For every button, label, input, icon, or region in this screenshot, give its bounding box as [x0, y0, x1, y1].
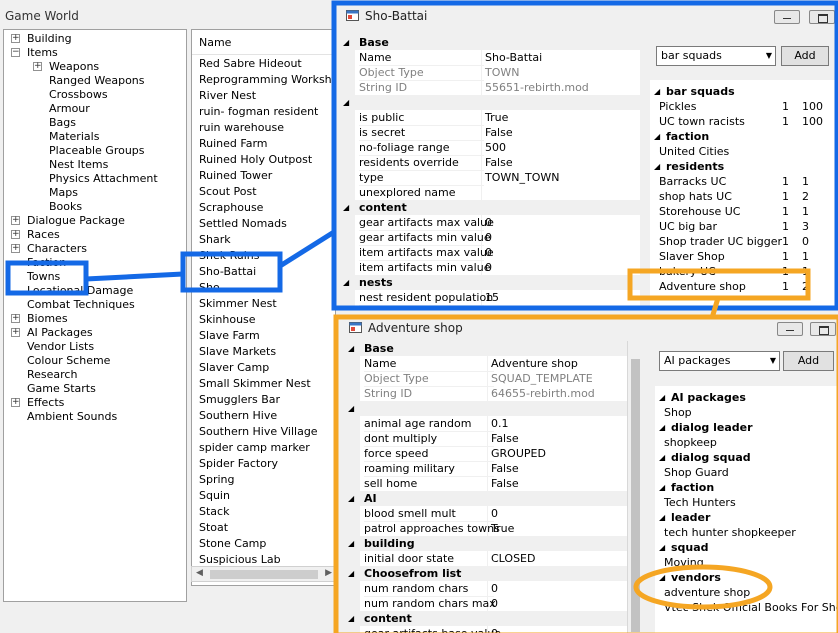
- connector-list-to-window: [278, 229, 336, 269]
- annotation-overlay: [5, 0, 838, 633]
- highlight-window-adventure-shop: [333, 314, 838, 633]
- highlight-towns: [5, 260, 89, 296]
- highlight-window-sho-battai: [331, 0, 838, 311]
- highlight-adventure-shop-ref: [627, 268, 811, 301]
- connector-towns-to-list: [85, 271, 184, 282]
- highlight-vendors-ellipse: [633, 564, 773, 610]
- highlight-sho-battai: [180, 251, 283, 293]
